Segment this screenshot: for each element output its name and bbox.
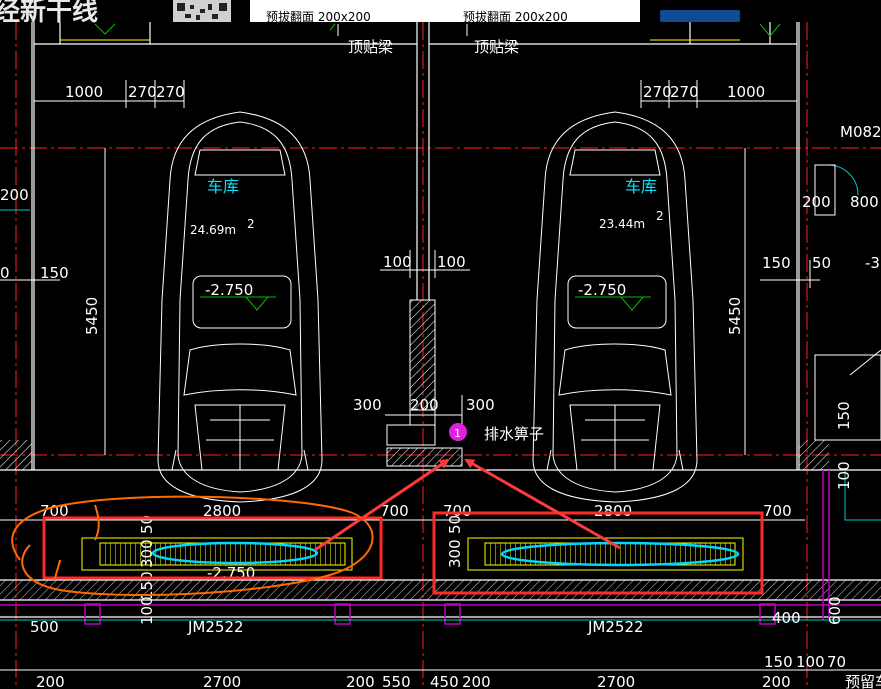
dim-100-center-right: 100 [437, 253, 466, 271]
top-dimension-right: 270 270 1000 [640, 80, 798, 108]
dim-bottom-2700-b: 2700 [597, 673, 635, 689]
level-box-left: -2.750 [192, 275, 292, 329]
dim-0-far-left: 0 [0, 264, 10, 282]
level-left: -2.750 [205, 281, 253, 299]
dim-300-drain-right: 300 [466, 396, 495, 414]
dim-1000-right: 1000 [727, 83, 765, 101]
header-strip: 经新干线 预拔翻面 200x200 预拔翻面 200x200 [0, 0, 881, 27]
room-area-right: 23.44m [599, 217, 645, 231]
dim-270-right-a: 270 [643, 83, 672, 101]
car-right [532, 111, 698, 503]
dim-bottom-200-c: 200 [462, 673, 491, 689]
dim-bottom-550: 550 [382, 673, 411, 689]
level-box-right: -2.750 [567, 275, 667, 329]
bottom-right-text: 预留车 [845, 673, 881, 689]
dim-5450-right: 5450 [726, 297, 744, 335]
door-right-label: JM2522 [587, 618, 644, 636]
dim-600-right: 600 [826, 596, 844, 625]
callout-number: 1 [454, 427, 461, 440]
dim-bottom-200-a: 200 [36, 673, 65, 689]
top-dimension-left: 1000 270 270 [33, 80, 185, 108]
vert-dim-left: 5450 [83, 148, 106, 455]
room-area-right-sup: 2 [656, 209, 664, 223]
dim-150-far-right: 150 [835, 401, 853, 430]
dim-270-right-b: 270 [670, 83, 699, 101]
dim-300-trench-right: 300 [446, 539, 464, 568]
vert-dim-right: 5450 [726, 148, 746, 455]
dim-50-trench-right: 50 [446, 515, 464, 534]
dim-2800-b: 2800 [594, 502, 632, 520]
dim-bottom-2700-a: 2700 [203, 673, 241, 689]
drain-sump [386, 447, 463, 467]
room-area-left: 24.69m [190, 223, 236, 237]
level-marks-top [94, 23, 781, 37]
callout-text: 排水箅子 [484, 425, 544, 443]
dim-200-far-left: 200 [0, 186, 29, 204]
level-right: -2.750 [578, 281, 626, 299]
dim-200-drain: 200 [410, 396, 439, 414]
dim-400-right: 400 [772, 609, 801, 627]
dim-bottom-200-d: 200 [762, 673, 791, 689]
room-name-right: 车库 [625, 177, 657, 196]
dim-1000-left: 1000 [65, 83, 103, 101]
header-cut-text-right: 预拔翻面 200x200 [463, 9, 568, 24]
walls [0, 22, 881, 618]
dim-150-right: 150 [762, 254, 791, 272]
car-left [157, 111, 323, 503]
beam-label-left: 顶贴梁 [348, 38, 393, 56]
dim-bottom-450: 450 [430, 673, 459, 689]
bottom-wall-hatch [0, 580, 881, 600]
dim-500-left: 500 [30, 618, 59, 636]
dim-100-right-side: 100 [835, 461, 853, 490]
dim-150-bottom-right: 150 [764, 653, 793, 671]
dim-100-center-left: 100 [383, 253, 412, 271]
room-area-left-sup: 2 [247, 217, 255, 231]
room-name-left: 车库 [207, 177, 239, 196]
dim-5450-left: 5450 [83, 297, 101, 335]
door-left-label: JM2522 [187, 618, 244, 636]
cad-drawing: 经新干线 预拔翻面 200x200 预拔翻面 200x200 顶贴梁 顶贴梁 1… [0, 0, 881, 689]
dim-150-left: 150 [40, 264, 69, 282]
dim-270-left-b: 270 [156, 83, 185, 101]
dim-50-right: 50 [812, 254, 831, 272]
dim-800-far-right: 800 [850, 193, 879, 211]
center-column [409, 299, 436, 411]
dim-100-bottom-right: 100 [796, 653, 825, 671]
header-button[interactable] [660, 10, 740, 22]
dim-70-bottom-right: 70 [827, 653, 846, 671]
dim-200-far-right: 200 [802, 193, 831, 211]
dim-300-drain-left: 300 [353, 396, 382, 414]
beam-label-right: 顶贴梁 [474, 38, 519, 56]
header-cut-text-left: 预拔翻面 200x200 [266, 9, 371, 24]
dim-100-left: 100 [138, 596, 156, 625]
header-title: 经新干线 [0, 0, 98, 27]
dim-bottom-200-b: 200 [346, 673, 375, 689]
door-top-right-label: M0821 [840, 123, 881, 141]
dim-neg-far-right: -3 [865, 254, 880, 272]
dim-700-d: 700 [763, 502, 792, 520]
dim-270-left-a: 270 [128, 83, 157, 101]
